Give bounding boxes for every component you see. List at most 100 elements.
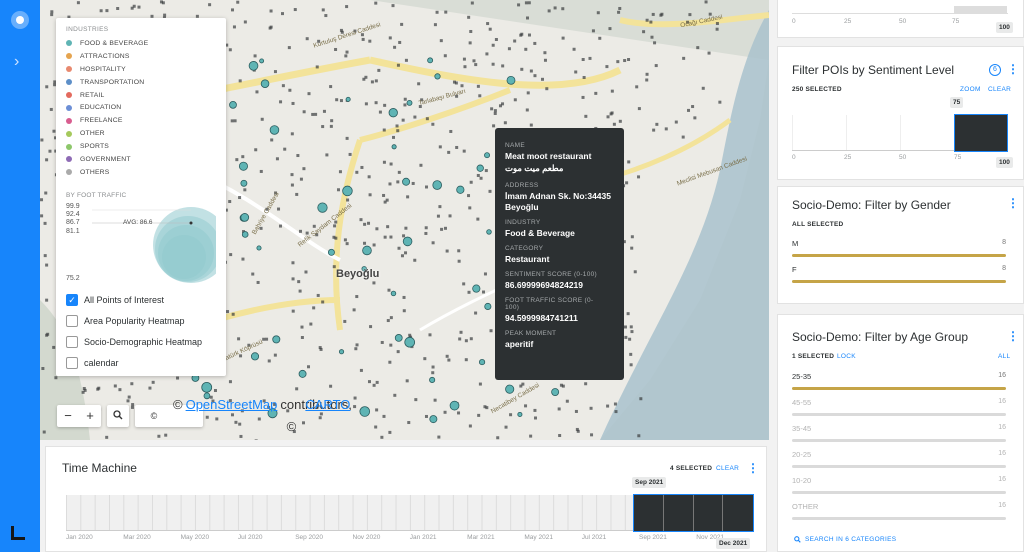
poi-marker[interactable] bbox=[533, 41, 537, 45]
poi-marker[interactable] bbox=[45, 158, 49, 162]
poi-marker[interactable] bbox=[253, 54, 257, 58]
poi-marker[interactable] bbox=[574, 70, 578, 74]
poi-marker[interactable] bbox=[402, 309, 406, 313]
poi-marker[interactable] bbox=[449, 129, 453, 133]
poi-bubble[interactable] bbox=[551, 388, 560, 396]
poi-marker[interactable] bbox=[476, 84, 480, 88]
poi-marker[interactable] bbox=[359, 368, 363, 372]
poi-marker[interactable] bbox=[630, 235, 634, 239]
poi-marker[interactable] bbox=[339, 99, 343, 103]
poi-marker[interactable] bbox=[176, 376, 180, 380]
poi-marker[interactable] bbox=[391, 4, 395, 8]
poi-marker[interactable] bbox=[329, 124, 333, 128]
poi-marker[interactable] bbox=[343, 319, 347, 323]
poi-marker[interactable] bbox=[208, 3, 212, 7]
poi-marker[interactable] bbox=[397, 170, 401, 174]
poi-marker[interactable] bbox=[424, 414, 428, 418]
poi-marker[interactable] bbox=[651, 12, 655, 16]
poi-marker[interactable] bbox=[529, 434, 533, 438]
poi-marker[interactable] bbox=[396, 63, 400, 67]
poi-marker[interactable] bbox=[443, 226, 447, 230]
poi-marker[interactable] bbox=[433, 23, 437, 27]
poi-marker[interactable] bbox=[374, 425, 378, 429]
poi-marker[interactable] bbox=[389, 343, 393, 347]
poi-bubble[interactable] bbox=[229, 101, 237, 109]
zoom-in-button[interactable]: + bbox=[79, 405, 101, 427]
poi-bubble[interactable] bbox=[427, 57, 434, 64]
expand-chevron-icon[interactable]: › bbox=[14, 54, 19, 70]
poi-marker[interactable] bbox=[318, 346, 322, 350]
poi-marker[interactable] bbox=[629, 352, 633, 356]
poi-bubble[interactable] bbox=[327, 248, 335, 256]
poi-marker[interactable] bbox=[386, 319, 390, 323]
poi-marker[interactable] bbox=[148, 386, 152, 390]
category-row[interactable]: 35-45 16 bbox=[792, 424, 1006, 442]
poi-marker[interactable] bbox=[44, 191, 48, 195]
poi-marker[interactable] bbox=[300, 335, 304, 339]
poi-marker[interactable] bbox=[581, 95, 585, 99]
poi-marker[interactable] bbox=[230, 119, 234, 123]
poi-marker[interactable] bbox=[472, 59, 476, 63]
poi-marker[interactable] bbox=[369, 325, 373, 329]
poi-bubble[interactable] bbox=[486, 229, 492, 235]
poi-marker[interactable] bbox=[624, 335, 628, 339]
poi-marker[interactable] bbox=[488, 189, 492, 193]
poi-marker[interactable] bbox=[375, 408, 379, 412]
poi-marker[interactable] bbox=[368, 39, 372, 43]
poi-marker[interactable] bbox=[423, 357, 427, 361]
poi-marker[interactable] bbox=[524, 404, 528, 408]
poi-marker[interactable] bbox=[396, 129, 400, 133]
poi-bubble[interactable] bbox=[456, 185, 465, 194]
poi-marker[interactable] bbox=[305, 37, 309, 41]
poi-marker[interactable] bbox=[233, 119, 237, 123]
poi-marker[interactable] bbox=[623, 325, 627, 329]
poi-marker[interactable] bbox=[561, 36, 565, 40]
poi-marker[interactable] bbox=[228, 48, 232, 52]
timeline-selection[interactable] bbox=[633, 494, 754, 532]
poi-marker[interactable] bbox=[428, 333, 432, 337]
poi-marker[interactable] bbox=[383, 200, 387, 204]
poi-marker[interactable] bbox=[455, 145, 459, 149]
poi-marker[interactable] bbox=[606, 115, 610, 119]
poi-marker[interactable] bbox=[439, 39, 443, 43]
poi-marker[interactable] bbox=[558, 434, 562, 438]
poi-marker[interactable] bbox=[277, 207, 281, 211]
poi-marker[interactable] bbox=[682, 56, 686, 60]
poi-marker[interactable] bbox=[338, 170, 342, 174]
poi-marker[interactable] bbox=[649, 20, 653, 24]
poi-marker[interactable] bbox=[483, 405, 487, 409]
poi-marker[interactable] bbox=[287, 46, 291, 50]
poi-marker[interactable] bbox=[458, 337, 462, 341]
poi-marker[interactable] bbox=[457, 411, 461, 415]
poi-marker[interactable] bbox=[377, 68, 381, 72]
poi-marker[interactable] bbox=[448, 214, 452, 218]
poi-marker[interactable] bbox=[467, 194, 471, 198]
poi-marker[interactable] bbox=[76, 1, 80, 5]
poi-marker[interactable] bbox=[565, 399, 569, 403]
poi-marker[interactable] bbox=[482, 290, 486, 294]
poi-marker[interactable] bbox=[547, 9, 551, 13]
poi-marker[interactable] bbox=[269, 9, 273, 13]
poi-marker[interactable] bbox=[279, 224, 282, 228]
poi-marker[interactable] bbox=[243, 20, 247, 24]
poi-marker[interactable] bbox=[116, 6, 120, 10]
layer-toggle[interactable]: Area Popularity Heatmap bbox=[66, 311, 216, 332]
poi-marker[interactable] bbox=[517, 3, 521, 7]
poi-marker[interactable] bbox=[374, 101, 378, 105]
poi-marker[interactable] bbox=[336, 188, 340, 192]
category-row[interactable]: 20-25 16 bbox=[792, 450, 1006, 468]
poi-marker[interactable] bbox=[296, 154, 300, 158]
poi-marker[interactable] bbox=[674, 120, 678, 124]
poi-bubble[interactable] bbox=[432, 180, 443, 190]
poi-marker[interactable] bbox=[130, 382, 134, 386]
poi-marker[interactable] bbox=[81, 390, 85, 394]
poi-marker[interactable] bbox=[419, 163, 423, 167]
poi-bubble[interactable] bbox=[394, 334, 403, 342]
poi-marker[interactable] bbox=[645, 78, 649, 82]
poi-marker[interactable] bbox=[484, 169, 488, 173]
poi-marker[interactable] bbox=[664, 127, 668, 131]
poi-marker[interactable] bbox=[260, 117, 264, 121]
poi-marker[interactable] bbox=[425, 185, 429, 189]
poi-marker[interactable] bbox=[659, 13, 663, 17]
poi-marker[interactable] bbox=[464, 358, 468, 362]
